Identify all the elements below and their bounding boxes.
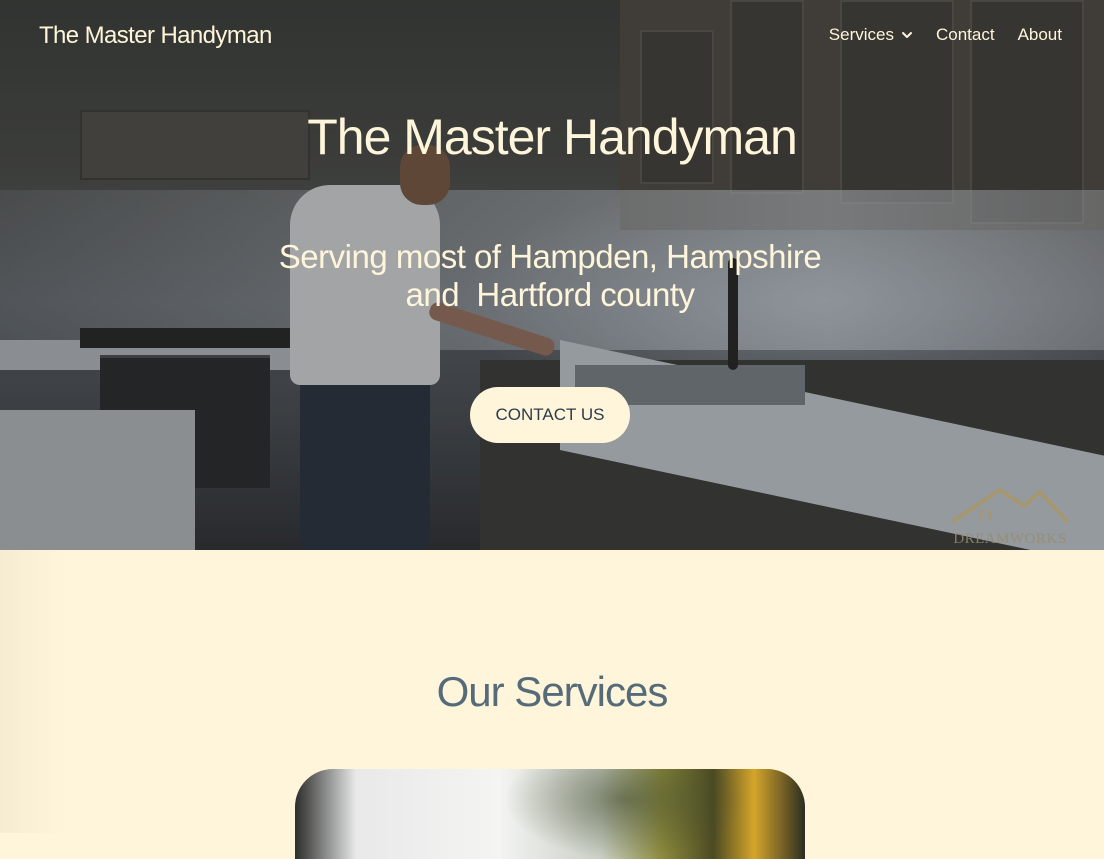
service-card-image[interactable] <box>295 769 805 859</box>
nav-services[interactable]: Services <box>829 25 913 45</box>
nav-contact[interactable]: Contact <box>936 25 995 45</box>
service-image-shading <box>295 769 805 859</box>
services-title: Our Services <box>436 668 669 715</box>
house-roof-icon <box>950 488 1070 524</box>
nav-about[interactable]: About <box>1018 25 1062 45</box>
hero-subtitle-line-2: and Hartford county <box>405 276 696 313</box>
contact-us-button[interactable]: CONTACT US <box>470 387 630 443</box>
nav-services-label: Services <box>828 25 894 44</box>
main-nav: Services Contact About <box>829 25 1062 45</box>
hero-title: The Master Handyman <box>307 109 798 165</box>
watermark-logo: DREAMWORKS <box>940 482 1080 550</box>
top-navigation: The Master Handyman Services Contact Abo… <box>0 0 1104 72</box>
site-brand[interactable]: The Master Handyman <box>39 22 272 50</box>
watermark-text: DREAMWORKS <box>953 531 1067 547</box>
hero-subtitle-line-1: Serving most of Hampden, Hampshire <box>278 238 822 275</box>
hero-section: The Master Handyman Services Contact Abo… <box>0 0 1104 550</box>
services-section: Our Services <box>0 550 1104 859</box>
chevron-down-icon <box>901 32 912 38</box>
hero-subtitle: Serving most of Hampden, Hampshire and H… <box>250 238 850 314</box>
